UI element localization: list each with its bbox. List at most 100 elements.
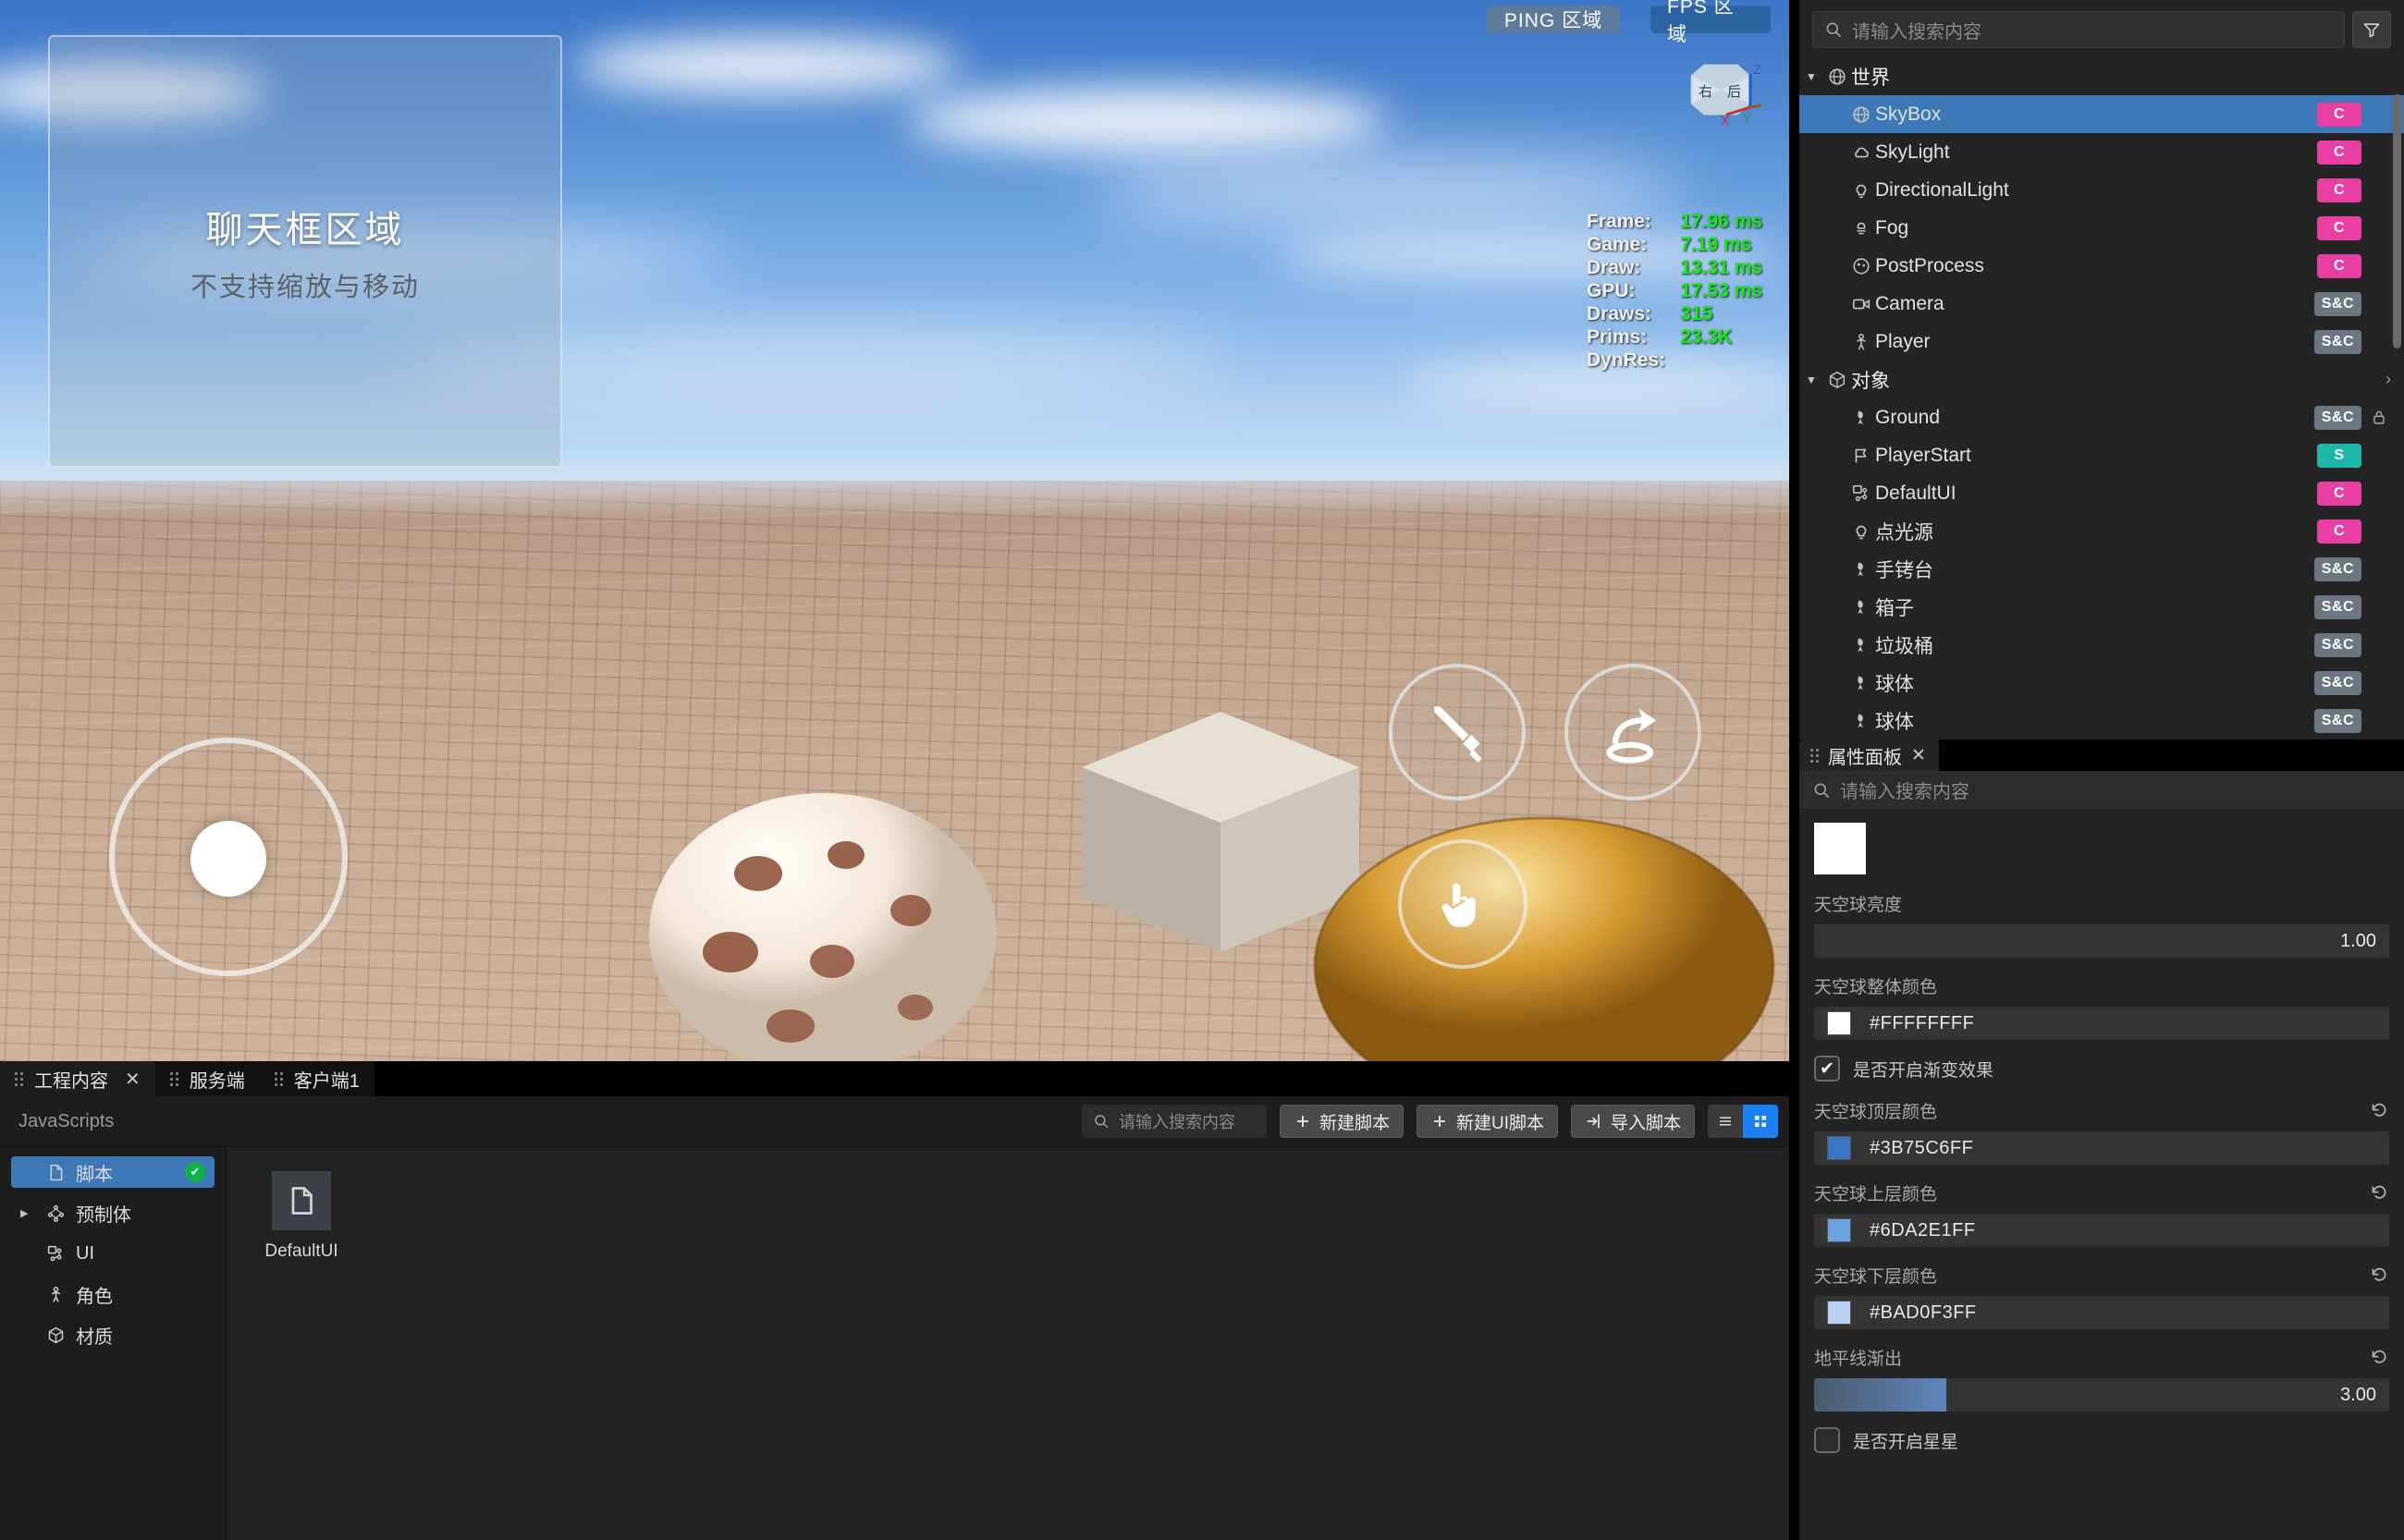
status-badge: S&C [2313, 594, 2361, 619]
joystick-knob[interactable] [190, 821, 266, 897]
folder-item-角色[interactable]: 角色 [11, 1278, 215, 1310]
color-field-天空球顶层颜色[interactable]: #3B75C6FF [1814, 1131, 2389, 1165]
color-swatch[interactable] [1827, 1136, 1851, 1160]
drag-grip-icon[interactable] [169, 1071, 178, 1086]
checkbox[interactable] [1814, 1427, 1840, 1453]
close-icon[interactable]: ✕ [125, 1068, 141, 1091]
outliner-item-球体[interactable]: 球体 S&C [1799, 664, 2404, 702]
outliner-item-球体[interactable]: 球体 S&C [1799, 702, 2404, 738]
tab-工程内容[interactable]: 工程内容 ✕ [0, 1061, 155, 1096]
outliner-item-手铐台[interactable]: 手铐台 S&C [1799, 550, 2404, 588]
list-view-button[interactable] [1708, 1105, 1743, 1138]
outliner-tree[interactable]: ▼ 世界 SkyBox C SkyLight C DirectionalLight C Fog C… [1799, 57, 2404, 738]
reset-icon [2372, 1267, 2386, 1281]
filter-icon [2363, 23, 2380, 38]
color-swatch[interactable] [1827, 1301, 1851, 1325]
scene-viewport[interactable]: 聊天框区域 不支持缩放与移动 PING 区域 FPS 区域 Frame: 17.9… [0, 0, 1789, 1061]
outliner-item-PlayerStart[interactable]: PlayerStart S [1799, 436, 2404, 474]
stat-value: 13.31 ms [1680, 257, 1762, 278]
content-browser-panel: 工程内容 ✕ 服务端 客户端1 JavaScripts 请输入搜索内容 新建脚本 新建U… [0, 1061, 1789, 1540]
field-label-天空球下层颜色: 天空球下层颜色 [1814, 1263, 2389, 1288]
outliner-item-label: Ground [1875, 406, 1941, 428]
person-icon [44, 1285, 67, 1304]
reset-icon[interactable] [2370, 1348, 2389, 1367]
view-mode-toggle[interactable] [1708, 1105, 1778, 1138]
outliner-group-世界[interactable]: ▼ 世界 [1799, 57, 2404, 95]
drag-grip-icon[interactable] [1810, 748, 1819, 763]
checkbox-row-是否开启渐变效果[interactable]: ✔ 是否开启渐变效果 [1814, 1056, 2389, 1082]
folder-tree[interactable]: 脚本 ✔ ▶ 预制体 UI 角色材质 [0, 1147, 227, 1540]
asset-search-input[interactable]: 请输入搜索内容 [1081, 1105, 1267, 1138]
attack-button[interactable] [1389, 664, 1526, 801]
outliner-item-DefaultUI[interactable]: DefaultUI C [1799, 474, 2404, 512]
tab-服务端[interactable]: 服务端 [154, 1061, 260, 1096]
status-badge: ✔ [185, 1162, 205, 1182]
number-field-天空球亮度[interactable]: 1.00 [1814, 924, 2389, 958]
globe-icon [1853, 105, 1870, 123]
outliner-search-input[interactable]: 请输入搜索内容 [1812, 11, 2345, 48]
field-label-text: 天空球亮度 [1814, 896, 1903, 915]
color-swatch[interactable] [1827, 1218, 1851, 1242]
outliner-item-Camera[interactable]: Camera S&C [1799, 285, 2404, 323]
close-icon[interactable]: ✕ [1911, 745, 1926, 766]
asset-grid[interactable]: DefaultUI [227, 1147, 1789, 1540]
outliner-item-箱子[interactable]: 箱子 S&C [1799, 588, 2404, 626]
asset-item-DefaultUI[interactable]: DefaultUI [251, 1171, 352, 1262]
checkbox[interactable]: ✔ [1814, 1056, 1840, 1082]
chevron-down-icon[interactable]: ▼ [1799, 373, 1823, 386]
reset-icon[interactable] [2370, 1265, 2389, 1285]
folder-item-预制体[interactable]: ▶ 预制体 [11, 1197, 215, 1228]
color-field-天空球下层颜色[interactable]: #BAD0F3FF [1814, 1296, 2389, 1329]
lock-icon[interactable] [2367, 409, 2391, 427]
jump-button[interactable] [1564, 664, 1701, 801]
stat-row: DynRes: [1587, 349, 1762, 373]
reset-icon[interactable] [2370, 1183, 2389, 1203]
properties-search-input[interactable]: 请输入搜索内容 [1799, 771, 2404, 810]
reset-icon[interactable] [2370, 1101, 2389, 1120]
folder-item-UI[interactable]: UI [11, 1238, 215, 1269]
toolbar-actions: 请输入搜索内容 新建脚本 新建UI脚本 导入脚本 [1081, 1105, 1778, 1138]
outliner-item-点光源[interactable]: 点光源 C [1799, 512, 2404, 550]
button-新建脚本[interactable]: 新建脚本 [1279, 1105, 1404, 1138]
status-badge: S&C [2313, 556, 2361, 581]
outliner-scrollbar[interactable] [2393, 94, 2401, 348]
color-field-天空球整体颜色[interactable]: #FFFFFFFF [1814, 1007, 2389, 1040]
outliner-item-PostProcess[interactable]: PostProcess C [1799, 247, 2404, 285]
number-field-地平线渐出[interactable]: 3.00 [1814, 1378, 2389, 1412]
folder-item-材质[interactable]: 材质 [11, 1319, 215, 1351]
preview-color-swatch[interactable] [1814, 823, 1866, 874]
outliner-item-垃圾桶[interactable]: 垃圾桶 S&C [1799, 626, 2404, 664]
view-orientation-gizmo[interactable]: 右 后 Z X Y [1686, 57, 1763, 126]
outliner-group-对象[interactable]: ▼ 对象 › [1799, 361, 2404, 398]
bulb-icon [1847, 180, 1875, 201]
checkbox-label: 是否开启星星 [1853, 1432, 1959, 1452]
outliner-item-DirectionalLight[interactable]: DirectionalLight C [1799, 171, 2404, 209]
button-导入脚本[interactable]: 导入脚本 [1570, 1105, 1695, 1138]
interact-button[interactable] [1398, 839, 1527, 969]
golden-ball-object[interactable] [1313, 813, 1775, 1061]
checkbox-row-是否开启星星[interactable]: 是否开启星星 [1814, 1427, 2389, 1453]
outliner-item-SkyLight[interactable]: SkyLight C [1799, 133, 2404, 171]
outliner-item-Fog[interactable]: Fog C [1799, 209, 2404, 247]
tab-客户端1[interactable]: 客户端1 [259, 1061, 374, 1096]
outliner-item-Player[interactable]: Player S&C [1799, 323, 2404, 361]
spotted-ball-object[interactable] [647, 790, 1017, 1061]
outliner-item-Ground[interactable]: Ground S&C [1799, 398, 2404, 436]
grid-view-button[interactable] [1743, 1105, 1778, 1138]
color-swatch[interactable] [1827, 1011, 1851, 1035]
filter-button[interactable] [2352, 11, 2391, 48]
outliner-group-label: 世界 [1851, 67, 1890, 89]
cube-icon [44, 1326, 67, 1345]
color-field-天空球上层颜色[interactable]: #6DA2E1FF [1814, 1214, 2389, 1247]
drag-grip-icon[interactable] [274, 1071, 283, 1086]
chevron-right-icon[interactable]: ▶ [20, 1207, 35, 1219]
properties-tab-bar: 属性面板 ✕ [1799, 739, 2404, 771]
chevron-right-icon[interactable]: › [2386, 370, 2391, 389]
movement-joystick[interactable] [109, 738, 348, 976]
folder-item-脚本[interactable]: 脚本 ✔ [11, 1156, 215, 1188]
tab-properties[interactable]: 属性面板 ✕ [1799, 739, 1939, 771]
outliner-item-SkyBox[interactable]: SkyBox C [1799, 95, 2404, 133]
button-新建UI脚本[interactable]: 新建UI脚本 [1416, 1105, 1558, 1138]
drag-grip-icon[interactable] [15, 1071, 23, 1086]
chevron-down-icon[interactable]: ▼ [1799, 70, 1823, 83]
